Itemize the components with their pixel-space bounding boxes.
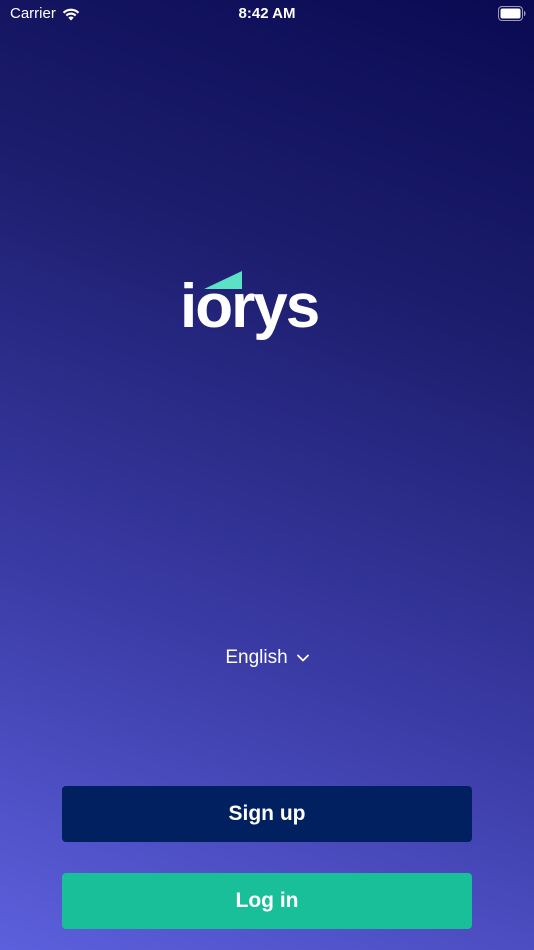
logo-wordmark: iorys [180,272,320,341]
app-logo: iorys [180,264,356,356]
status-bar: Carrier 8:42 AM [0,0,534,28]
sign-up-button[interactable]: Sign up [62,786,472,842]
status-time: 8:42 AM [238,5,296,22]
chevron-down-icon [296,654,309,662]
welcome-screen: Carrier 8:42 AM iorys English Sign up Lo… [0,0,534,950]
log-in-label: Log in [235,889,299,912]
language-selector[interactable]: English [0,647,534,669]
battery-icon [498,6,526,21]
sign-up-label: Sign up [228,802,306,825]
log-in-button[interactable]: Log in [62,873,472,929]
language-label: English [225,647,288,668]
